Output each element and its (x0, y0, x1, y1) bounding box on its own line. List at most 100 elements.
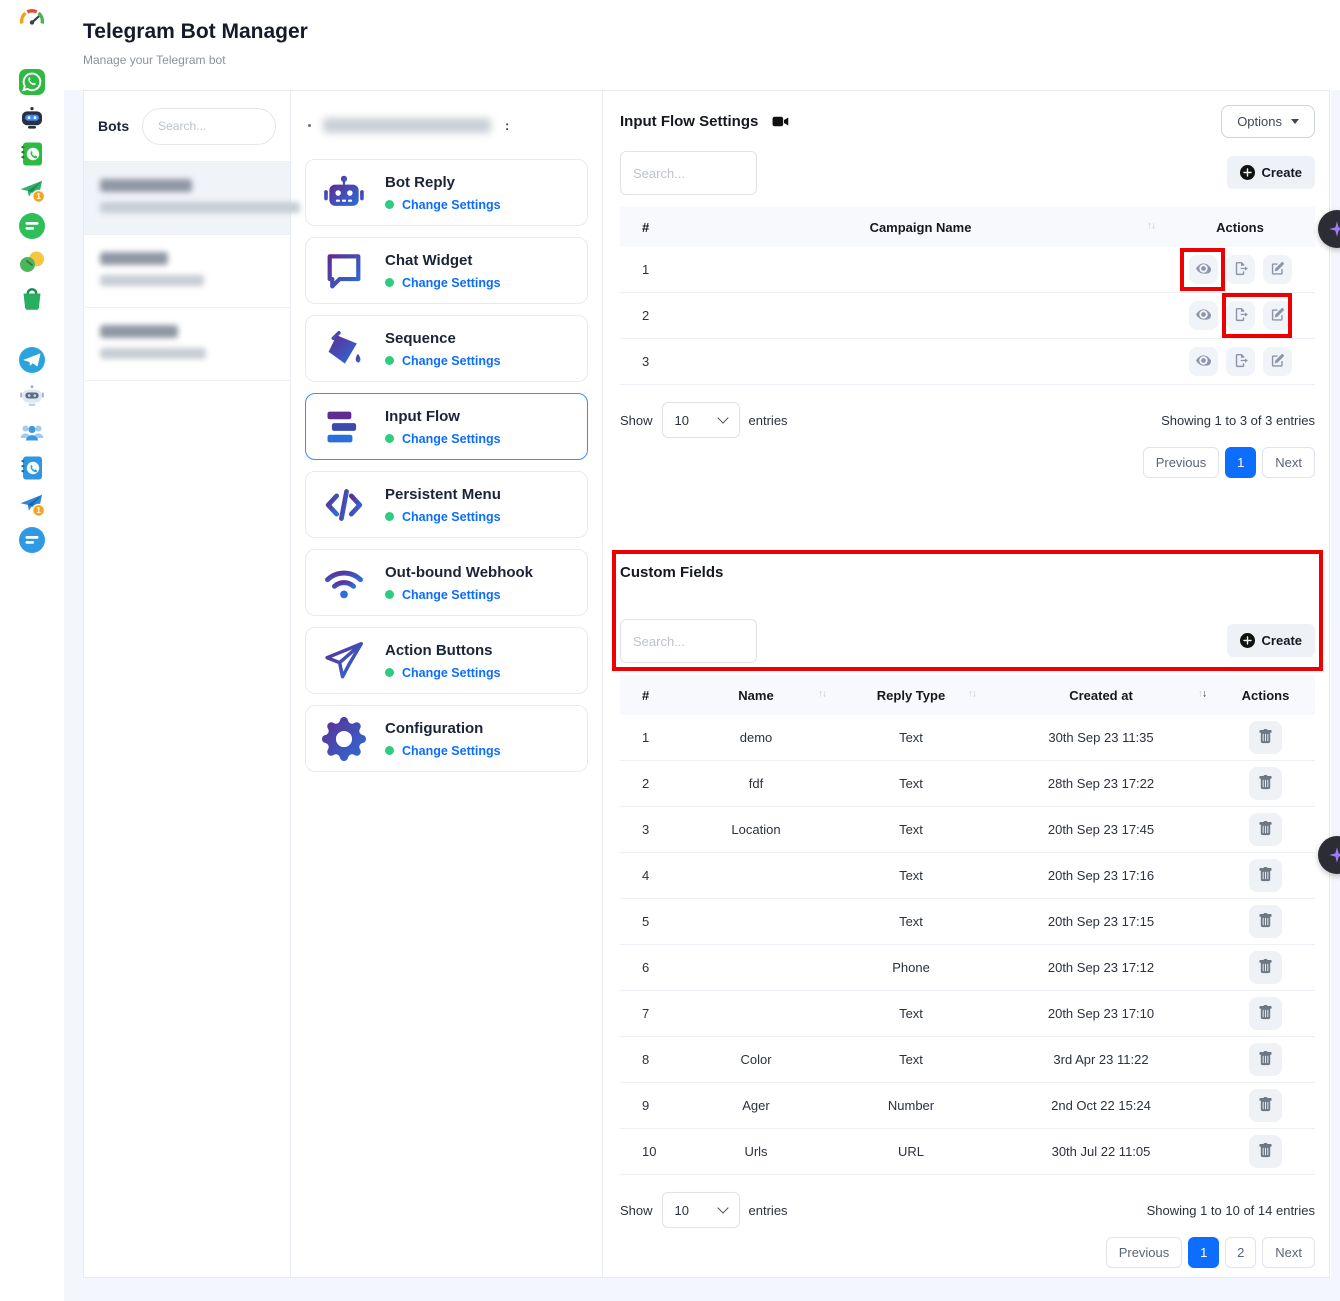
contacts-green-icon[interactable] (18, 140, 46, 168)
delete-button[interactable] (1249, 721, 1282, 754)
row-number: 2 (620, 308, 676, 323)
chatbot-blue-icon[interactable] (18, 382, 46, 410)
change-settings-link[interactable]: Change Settings (402, 744, 501, 758)
page-2-button[interactable]: 2 (1225, 1237, 1256, 1268)
speed-test-icon[interactable] (18, 6, 46, 34)
change-settings-link[interactable]: Change Settings (402, 354, 501, 368)
change-settings-link[interactable]: Change Settings (402, 588, 501, 602)
reply-type: Text (836, 868, 986, 883)
bot-list-item[interactable] (84, 308, 290, 381)
bots-panel: Bots (84, 91, 291, 1277)
bot-list-item[interactable] (84, 235, 290, 308)
action-buttons-icon (322, 639, 366, 683)
export-button[interactable] (1226, 301, 1255, 330)
change-settings-link[interactable]: Change Settings (402, 666, 501, 680)
settings-card-title: Configuration (385, 720, 501, 737)
settings-card-bot-reply[interactable]: Bot Reply Change Settings (305, 159, 588, 226)
change-settings-link[interactable]: Change Settings (402, 432, 501, 446)
sort-icon[interactable]: ↑↓ (818, 689, 826, 700)
settings-card-title: Input Flow (385, 408, 501, 425)
settings-card-persistent-menu[interactable]: Persistent Menu Change Settings (305, 471, 588, 538)
change-settings-link[interactable]: Change Settings (402, 510, 501, 524)
delete-button[interactable] (1249, 1089, 1282, 1122)
delete-button[interactable] (1249, 767, 1282, 800)
whatsapp-icon[interactable] (18, 68, 46, 96)
change-settings-link[interactable]: Change Settings (402, 198, 501, 212)
status-dot-icon (385, 200, 394, 209)
settings-card-action-buttons[interactable]: Action Buttons Change Settings (305, 627, 588, 694)
bot-list-item[interactable] (84, 162, 290, 235)
custom-fields-create-button[interactable]: Create (1227, 624, 1315, 657)
next-page-button[interactable]: Next (1262, 1237, 1315, 1268)
view-button[interactable] (1189, 255, 1218, 284)
page-1-button[interactable]: 1 (1188, 1237, 1219, 1268)
settings-card-input-flow[interactable]: Input Flow Change Settings (305, 393, 588, 460)
input-flow-settings-title: Input Flow Settings (620, 113, 789, 130)
delete-button[interactable] (1249, 859, 1282, 892)
reply-type: Text (836, 730, 986, 745)
delete-button[interactable] (1249, 997, 1282, 1030)
settings-card-chat-widget[interactable]: Chat Widget Change Settings (305, 237, 588, 304)
column-header-created-at[interactable]: Created at↑↓ (986, 688, 1216, 703)
next-page-button[interactable]: Next (1262, 447, 1315, 478)
chatbot-icon[interactable] (18, 104, 46, 132)
column-header-actions: Actions (1216, 688, 1315, 703)
delete-button[interactable] (1249, 1043, 1282, 1076)
sort-icon[interactable]: ↑↓ (1198, 689, 1206, 700)
settings-card-configuration[interactable]: Configuration Change Settings (305, 705, 588, 772)
page-background-strip (64, 1278, 1340, 1301)
status-dot-icon (385, 512, 394, 521)
telegram-coin-green-icon[interactable]: 1 (18, 176, 46, 204)
custom-fields-page-size-select[interactable]: 10 (662, 1192, 740, 1228)
settings-card-sequence[interactable]: Sequence Change Settings (305, 315, 588, 382)
shop-icon[interactable] (18, 284, 46, 312)
row-number: 3 (620, 822, 676, 837)
contacts-blue-icon[interactable] (18, 454, 46, 482)
custom-fields-search-input[interactable] (620, 619, 757, 663)
settings-card-title: Bot Reply (385, 174, 501, 191)
delete-button[interactable] (1249, 951, 1282, 984)
change-settings-link[interactable]: Change Settings (402, 276, 501, 290)
custom-field-row: 4 Text 20th Sep 23 17:16 (620, 853, 1315, 899)
page-background-strip (64, 90, 83, 1278)
sort-icon[interactable]: ↑↓ (1147, 221, 1155, 232)
telegram-coin-blue-icon[interactable]: 1 (18, 490, 46, 518)
delete-button[interactable] (1249, 1135, 1282, 1168)
edit-button[interactable] (1263, 347, 1292, 376)
delete-button[interactable] (1249, 905, 1282, 938)
page-1-button[interactable]: 1 (1225, 447, 1256, 478)
chevron-down-icon (1291, 119, 1299, 124)
row-number: 7 (620, 1006, 676, 1021)
audience-icon[interactable] (18, 418, 46, 446)
bots-search-input[interactable] (142, 108, 276, 145)
input-flow-create-button[interactable]: Create (1227, 156, 1315, 189)
previous-page-button[interactable]: Previous (1143, 447, 1220, 478)
partners-icon[interactable] (18, 248, 46, 276)
column-header-name[interactable]: Name↑↓ (676, 688, 836, 703)
view-button[interactable] (1189, 301, 1218, 330)
column-header-campaign-name[interactable]: Campaign Name↑↓ (676, 220, 1165, 235)
options-button[interactable]: Options (1221, 105, 1315, 138)
export-button[interactable] (1226, 347, 1255, 376)
created-at: 20th Sep 23 17:45 (986, 822, 1216, 837)
column-header-actions: Actions (1165, 220, 1315, 235)
input-flow-search-input[interactable] (620, 151, 757, 195)
settings-card-webhook[interactable]: Out-bound Webhook Change Settings (305, 549, 588, 616)
reply-type: Text (836, 914, 986, 929)
page-subtitle: Manage your Telegram bot (83, 53, 308, 67)
edit-button[interactable] (1263, 255, 1292, 284)
created-at: 20th Sep 23 17:12 (986, 960, 1216, 975)
edit-button[interactable] (1263, 301, 1292, 330)
delete-button[interactable] (1249, 813, 1282, 846)
view-button[interactable] (1189, 347, 1218, 376)
sort-icon[interactable]: ↑↓ (968, 689, 976, 700)
chat-green-icon[interactable] (18, 212, 46, 240)
input-flow-page-size-select[interactable]: 10 (662, 402, 740, 438)
export-button[interactable] (1226, 255, 1255, 284)
telegram-icon[interactable] (18, 346, 46, 374)
status-dot-icon (385, 434, 394, 443)
campaign-row: 1 (620, 247, 1315, 293)
chat-blue-icon[interactable] (18, 526, 46, 554)
column-header-reply-type[interactable]: Reply Type↑↓ (836, 688, 986, 703)
previous-page-button[interactable]: Previous (1106, 1237, 1183, 1268)
